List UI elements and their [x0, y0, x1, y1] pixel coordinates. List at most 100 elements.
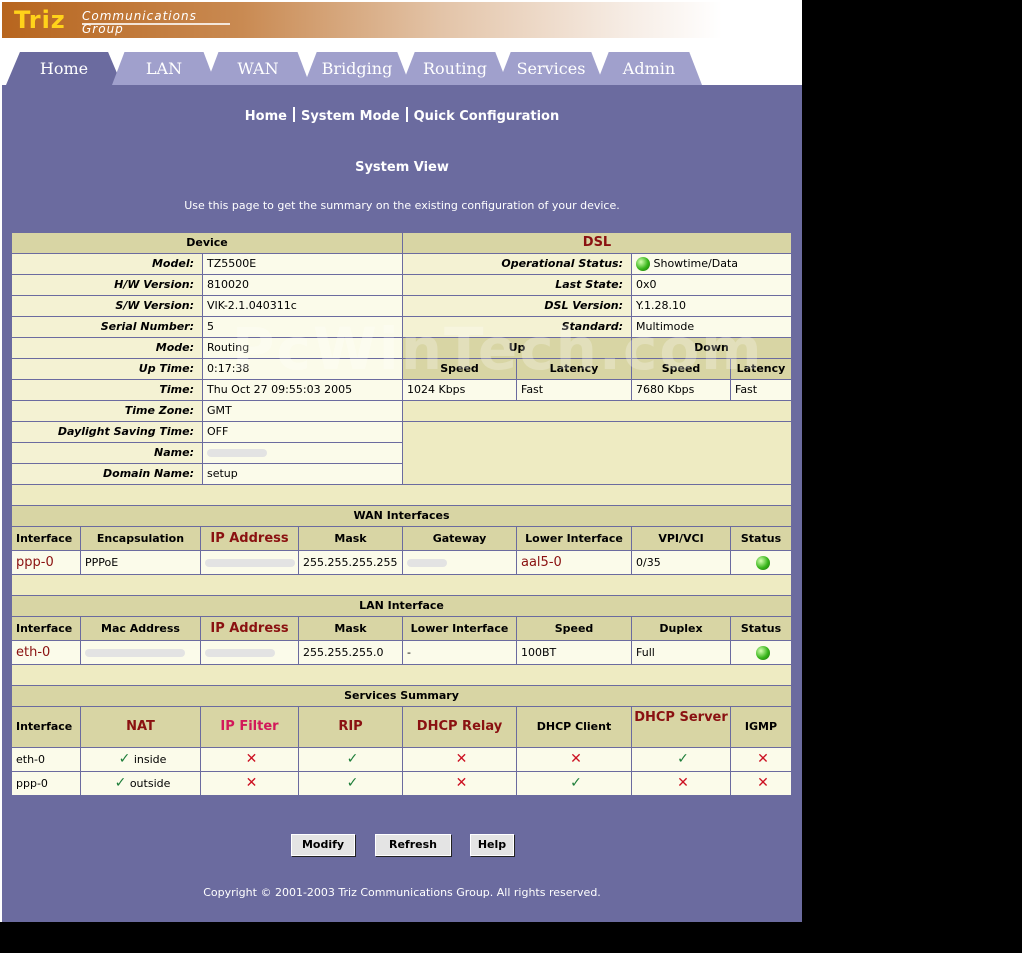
tab-services[interactable]: Services	[498, 52, 604, 85]
check-icon: ✓	[677, 751, 689, 767]
wan-row-cell: aal5-0	[517, 551, 631, 574]
dsl-value: Showtime/Data	[632, 254, 791, 274]
lan-column-header: Lower Interface	[403, 617, 516, 640]
lan-row-cell: eth-0	[12, 641, 80, 664]
tab-admin[interactable]: Admin	[596, 52, 702, 85]
check-icon: ✓	[570, 775, 582, 791]
header-banner: Triz Communications Group	[2, 2, 802, 38]
device-value: 810020	[203, 275, 402, 295]
section-spacer	[12, 485, 791, 505]
page-title: System View	[355, 160, 449, 175]
services-column-header: Interface	[12, 707, 80, 747]
services-column-header: IP Filter	[201, 707, 298, 747]
services-row-cell: ✕	[731, 772, 791, 795]
wan-column-header: Encapsulation	[81, 527, 200, 550]
sub-navigation: Home System Mode Quick Configuration	[2, 107, 802, 124]
services-row-interface: eth-0	[12, 748, 80, 771]
services-row-cell: ✕	[403, 748, 516, 771]
wan-column-header: VPI/VCI	[632, 527, 730, 550]
lan-row-cell: -	[403, 641, 516, 664]
services-row-cell: ✓ inside	[81, 748, 200, 771]
services-row-cell: ✓	[299, 772, 402, 795]
subnav-home-link[interactable]: Home	[245, 109, 287, 124]
cross-icon: ✕	[455, 775, 468, 791]
wan-column-header: IP Address	[201, 527, 298, 550]
refresh-button[interactable]: Refresh	[375, 834, 451, 856]
device-label: Domain Name:	[12, 464, 202, 484]
services-column-header: IGMP	[731, 707, 791, 747]
tab-bridging[interactable]: Bridging	[304, 52, 410, 85]
services-row-cell: ✓ outside	[81, 772, 200, 795]
wan-section-title: WAN Interfaces	[12, 506, 791, 526]
section-spacer	[12, 665, 791, 685]
services-row-cell: ✕	[517, 748, 631, 771]
dsl-value: 0x0	[632, 275, 791, 295]
wan-row-cell	[731, 551, 791, 574]
device-label: Model:	[12, 254, 202, 274]
dsl-value: Y.1.28.10	[632, 296, 791, 316]
device-value: OFF	[203, 422, 402, 442]
device-value: Thu Oct 27 09:55:03 2005	[203, 380, 402, 400]
services-row-cell: ✓	[299, 748, 402, 771]
logo-tagline-2: Group	[82, 22, 124, 36]
tab-wan[interactable]: WAN	[206, 52, 310, 85]
services-column-header: DHCP Relay	[403, 707, 516, 747]
lan-row-cell: 100BT	[517, 641, 631, 664]
wan-row-cell	[403, 551, 516, 574]
services-row-cell: ✕	[201, 772, 298, 795]
lan-column-header: Interface	[12, 617, 80, 640]
wan-status-icon	[756, 556, 770, 570]
wan-row-cell: ppp-0	[12, 551, 80, 574]
subnav-separator	[292, 107, 295, 122]
triz-logo: Triz	[14, 6, 66, 34]
redacted-value	[85, 649, 185, 657]
subnav-separator	[405, 107, 408, 122]
modify-button[interactable]: Modify	[291, 834, 355, 856]
help-button[interactable]: Help	[470, 834, 514, 856]
dsl-label: Operational Status:	[403, 254, 631, 274]
redacted-value	[205, 559, 295, 567]
subnav-quick-config-link[interactable]: Quick Configuration	[414, 109, 560, 124]
device-value: TZ5500E	[203, 254, 402, 274]
cross-icon: ✕	[677, 775, 689, 791]
services-row-interface: ppp-0	[12, 772, 80, 795]
dsl-label: DSL Version:	[403, 296, 631, 316]
wan-row-cell	[201, 551, 298, 574]
main-tab-bar: Home LAN WAN Bridging Routing Services A…	[2, 38, 802, 85]
tab-routing[interactable]: Routing	[402, 52, 508, 85]
dsl-label: Last State:	[403, 275, 631, 295]
dsl-header: DSL	[403, 233, 791, 253]
lan-column-header: Mac Address	[81, 617, 200, 640]
device-label: H/W Version:	[12, 275, 202, 295]
device-label: Time:	[12, 380, 202, 400]
device-value	[203, 443, 402, 463]
device-label: Up Time:	[12, 359, 202, 379]
services-column-header: DHCP Server	[632, 707, 730, 747]
lan-column-header: Speed	[517, 617, 631, 640]
lan-column-header: IP Address	[201, 617, 298, 640]
lan-column-header: Duplex	[632, 617, 730, 640]
lan-row-cell	[81, 641, 200, 664]
services-row-cell: ✕	[632, 772, 730, 795]
tab-home[interactable]: Home	[6, 52, 122, 85]
lan-section-title: LAN Interface	[12, 596, 791, 616]
cross-icon: ✕	[245, 775, 258, 791]
wan-row-cell: PPPoE	[81, 551, 200, 574]
dsl-empty-area	[403, 422, 791, 484]
cross-icon: ✕	[245, 751, 258, 767]
device-label: Name:	[12, 443, 202, 463]
nat-mode-text: outside	[129, 777, 171, 790]
lan-status-icon	[756, 646, 770, 660]
page-description: Use this page to get the summary on the …	[184, 199, 620, 212]
operational-status-text: Showtime/Data	[653, 257, 739, 270]
services-section-title: Services Summary	[12, 686, 791, 706]
tab-lan[interactable]: LAN	[112, 52, 216, 85]
wan-column-header: Mask	[299, 527, 402, 550]
subnav-system-mode-link[interactable]: System Mode	[301, 109, 400, 124]
services-column-header: DHCP Client	[517, 707, 631, 747]
device-value: VIK-2.1.040311c	[203, 296, 402, 316]
redacted-value	[207, 449, 267, 457]
services-row-cell: ✓	[517, 772, 631, 795]
check-icon: ✓	[346, 751, 359, 767]
lan-row-cell: Full	[632, 641, 730, 664]
